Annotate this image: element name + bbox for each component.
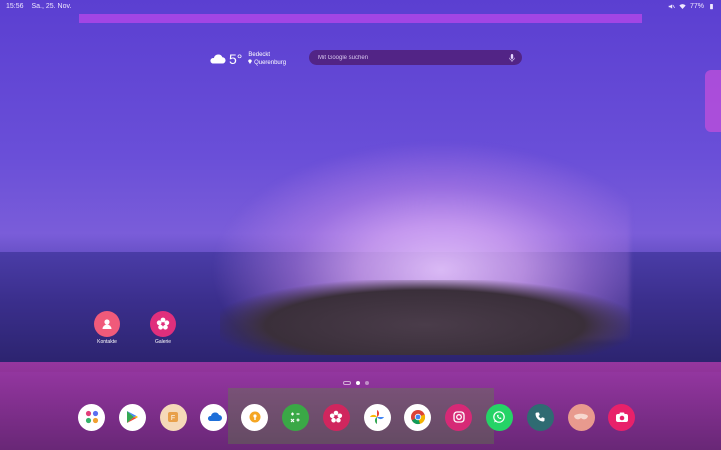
- weather-temperature: 5°: [229, 51, 243, 67]
- onedrive-icon[interactable]: [200, 403, 228, 431]
- wifi-icon: [679, 3, 686, 9]
- status-date: Sa., 25. Nov.: [31, 2, 72, 10]
- mic-icon[interactable]: [509, 53, 515, 62]
- camera-icon[interactable]: [608, 403, 636, 431]
- page-indicator[interactable]: [343, 378, 369, 388]
- blossom-icon[interactable]: [322, 403, 350, 431]
- pager-dot: [365, 381, 369, 385]
- gallery-icon: [150, 311, 176, 337]
- whatsapp-icon[interactable]: [485, 403, 513, 431]
- instagram-icon[interactable]: [445, 403, 473, 431]
- weather-widget[interactable]: 5° Bedeckt Querenburg: [208, 46, 288, 72]
- calculator-icon[interactable]: [281, 403, 309, 431]
- phone-icon[interactable]: [526, 403, 554, 431]
- apps-folder-icon[interactable]: [78, 403, 105, 431]
- app-label: Galerie: [154, 339, 172, 345]
- wallpaper-rock: [220, 280, 630, 355]
- pager-home-dash: [343, 381, 351, 385]
- photos-pinwheel-icon[interactable]: [363, 403, 391, 431]
- battery-percent: 77%: [689, 2, 704, 10]
- files-icon[interactable]: F: [159, 403, 187, 431]
- notification-handle-bar[interactable]: [79, 14, 642, 23]
- contacts-icon: [94, 311, 120, 337]
- app-gallery[interactable]: Galerie: [147, 311, 179, 345]
- search-input[interactable]: [316, 53, 490, 62]
- keyhole-icon[interactable]: [241, 403, 269, 431]
- app-contacts[interactable]: Kontakte: [91, 311, 123, 345]
- mute-icon: [668, 3, 675, 9]
- edge-panel-handle[interactable]: [705, 70, 721, 132]
- battery-icon: [710, 3, 713, 9]
- status-bar[interactable]: 15:56 Sa., 25. Nov. 77%: [0, 0, 721, 12]
- play-store-icon[interactable]: [118, 403, 146, 431]
- weather-location: Querenburg: [254, 60, 287, 66]
- weather-condition: Bedeckt: [248, 52, 271, 58]
- status-time: 15:56: [6, 2, 24, 10]
- cloud-icon: [210, 54, 226, 64]
- app-dock[interactable]: F: [78, 402, 648, 432]
- google-search-bar[interactable]: [309, 50, 522, 65]
- svg-text:F: F: [171, 415, 175, 422]
- chrome-icon[interactable]: [404, 403, 432, 431]
- app-label: Kontakte: [97, 339, 117, 345]
- sleep-mask-icon[interactable]: [567, 403, 595, 431]
- location-pin-icon: [248, 59, 253, 64]
- pager-dot-active: [356, 381, 360, 385]
